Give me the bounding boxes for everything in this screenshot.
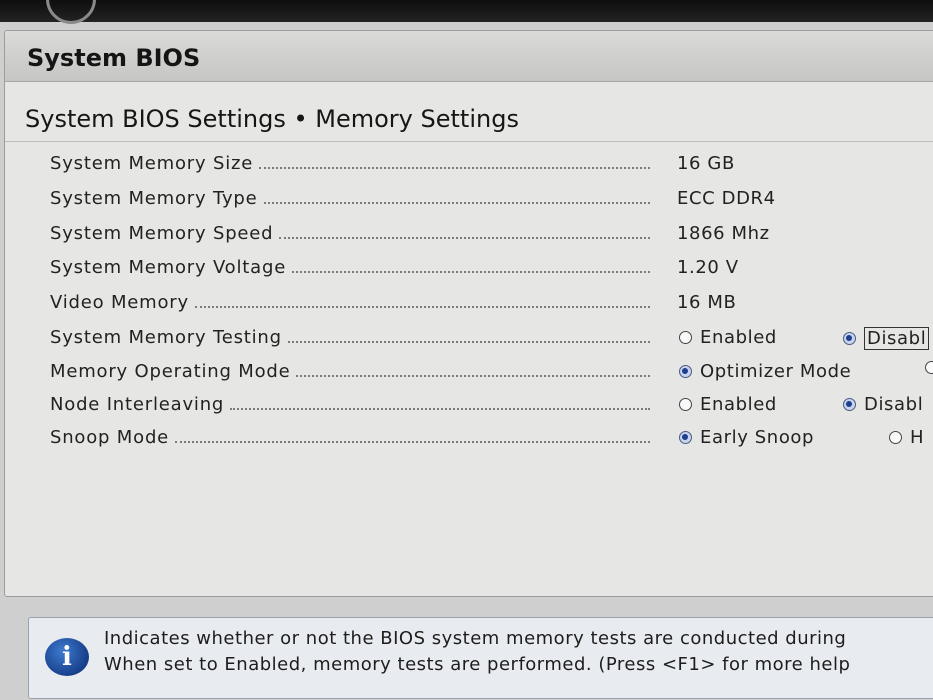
radio-empty-icon	[679, 398, 692, 411]
setting-label: System Memory Speed	[50, 223, 650, 244]
panel-header: System BIOS	[5, 31, 933, 82]
label-text: Video Memory	[50, 292, 189, 313]
radio-label: Disabl	[864, 394, 924, 415]
radio-label: H	[910, 427, 925, 448]
breadcrumb-text: System BIOS Settings • Memory Settings	[25, 105, 519, 133]
radio-label: Disabl	[864, 327, 930, 350]
setting-value: ECC DDR4	[677, 188, 776, 209]
setting-label: System Memory Voltage	[50, 257, 650, 278]
label-text: System Memory Size	[50, 153, 254, 174]
help-panel: i Indicates whether or not the BIOS syst…	[28, 617, 933, 699]
help-text-line-1: Indicates whether or not the BIOS system…	[104, 628, 847, 649]
setting-row-node-interleaving: Node Interleaving Enabled Disabl	[5, 390, 933, 420]
radio-empty-icon	[925, 361, 933, 374]
label-text: System Memory Testing	[50, 327, 282, 348]
leader-dots	[175, 440, 650, 443]
breadcrumb: System BIOS Settings • Memory Settings	[5, 91, 933, 142]
setting-row-memory-testing: System Memory Testing Enabled Disabl	[5, 323, 933, 353]
leader-dots	[194, 305, 650, 308]
radio-selected-icon	[679, 431, 692, 444]
radio-label: Early Snoop	[700, 427, 815, 448]
label-text: Node Interleaving	[50, 394, 225, 415]
label-text: System Memory Voltage	[50, 257, 287, 278]
radio-home-snoop[interactable]: H	[889, 427, 924, 448]
setting-value: 1.20 V	[677, 257, 739, 278]
leader-dots	[263, 201, 650, 204]
setting-value: 16 MB	[677, 292, 737, 313]
info-icon: i	[45, 638, 89, 676]
setting-label: Video Memory	[50, 292, 650, 313]
label-text: Memory Operating Mode	[50, 361, 291, 382]
radio-disabled[interactable]: Disabl	[843, 327, 930, 350]
setting-row-memory-speed: System Memory Speed 1866 Mhz	[5, 219, 933, 249]
setting-value: 1866 Mhz	[677, 223, 770, 244]
leader-dots	[259, 166, 650, 169]
setting-value: 16 GB	[677, 153, 735, 174]
setting-label: System Memory Testing	[50, 327, 650, 348]
setting-label: System Memory Type	[50, 188, 650, 209]
setting-row-memory-voltage: System Memory Voltage 1.20 V	[5, 253, 933, 283]
radio-empty-icon	[889, 431, 902, 444]
label-text: Snoop Mode	[50, 427, 170, 448]
radio-early-snoop[interactable]: Early Snoop	[679, 427, 814, 448]
setting-row-video-memory: Video Memory 16 MB	[5, 288, 933, 318]
radio-empty-icon	[679, 331, 692, 344]
setting-label: Snoop Mode	[50, 427, 650, 448]
radio-label: Optimizer Mode	[700, 361, 852, 382]
dell-logo-icon	[46, 0, 96, 24]
radio-optimizer-mode[interactable]: Optimizer Mode	[679, 361, 851, 382]
bios-panel: System BIOS System BIOS Settings • Memor…	[4, 30, 933, 597]
radio-selected-icon	[843, 332, 856, 345]
radio-other-mode[interactable]	[925, 361, 933, 374]
setting-label: Memory Operating Mode	[50, 361, 650, 382]
setting-row-memory-operating-mode: Memory Operating Mode Optimizer Mode	[5, 357, 933, 387]
radio-enabled[interactable]: Enabled	[679, 394, 777, 415]
setting-row-memory-type: System Memory Type ECC DDR4	[5, 184, 933, 214]
setting-row-memory-size: System Memory Size 16 GB	[5, 149, 933, 179]
radio-selected-icon	[679, 365, 692, 378]
help-text-line-2: When set to Enabled, memory tests are pe…	[104, 654, 851, 675]
page-title: System BIOS	[27, 44, 201, 72]
radio-enabled[interactable]: Enabled	[679, 327, 777, 348]
leader-dots	[279, 236, 650, 239]
label-text: System Memory Speed	[50, 223, 274, 244]
label-text: System Memory Type	[50, 188, 258, 209]
setting-label: System Memory Size	[50, 153, 650, 174]
setting-label: Node Interleaving	[50, 394, 650, 415]
leader-dots	[292, 270, 650, 273]
leader-dots	[296, 374, 650, 377]
radio-selected-icon	[843, 398, 856, 411]
radio-label: Enabled	[700, 394, 777, 415]
leader-dots	[230, 407, 650, 410]
setting-row-snoop-mode: Snoop Mode Early Snoop H	[5, 423, 933, 453]
top-bar	[0, 0, 933, 24]
leader-dots	[287, 340, 650, 343]
radio-disabled[interactable]: Disabl	[843, 394, 923, 415]
radio-label: Enabled	[700, 327, 777, 348]
